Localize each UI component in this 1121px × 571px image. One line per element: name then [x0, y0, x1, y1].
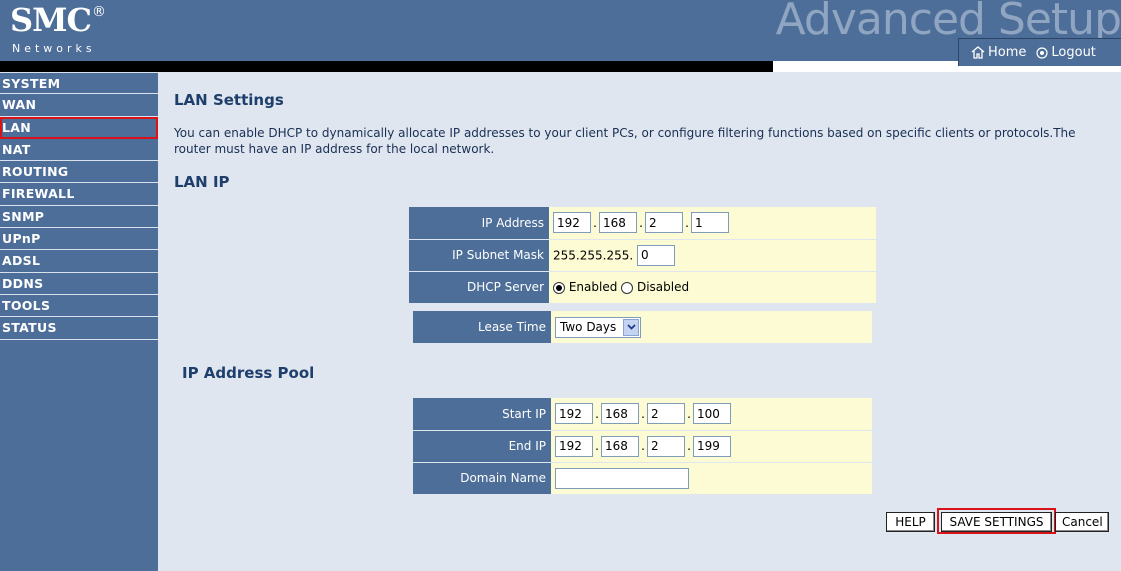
ip-pool-heading: IP Address Pool [182, 364, 315, 382]
dhcp-server-label: DHCP Server [409, 271, 549, 303]
logout-icon [1036, 46, 1048, 59]
dhcp-enabled-radio[interactable] [553, 281, 565, 294]
save-settings-button[interactable]: SAVE SETTINGS [941, 512, 1052, 532]
page-title: LAN Settings [174, 91, 284, 109]
logo-subtitle: Networks [12, 42, 96, 55]
end-ip-octet-2[interactable] [601, 435, 639, 457]
start-ip-octet-3[interactable] [647, 403, 685, 425]
ip-octet-2[interactable] [599, 212, 637, 234]
domain-name-row: Domain Name [413, 462, 872, 494]
start-ip-octet-1[interactable] [555, 403, 593, 425]
lease-time-select[interactable]: Two Days [555, 316, 641, 338]
top-nav: Home Logout [958, 38, 1121, 66]
sidebar-item-ddns[interactable]: DDNS [0, 273, 158, 295]
logo-text: SMC [10, 1, 92, 39]
sidebar-item-routing[interactable]: ROUTING [0, 161, 158, 184]
sidebar-item-lan[interactable]: LAN [0, 116, 158, 139]
lease-time-selected: Two Days [560, 320, 617, 334]
sidebar-item-snmp[interactable]: SNMP [0, 206, 158, 229]
ip-pool-table: Start IP ... End IP ... Domain Name [413, 398, 872, 494]
home-link[interactable]: Home [971, 45, 1026, 60]
sidebar-item-tools[interactable]: TOOLS [0, 295, 158, 318]
lease-time-label: Lease Time [413, 311, 551, 343]
end-ip-row: End IP ... [413, 430, 872, 463]
header: SMC® Networks Advanced Setup Home Logout [0, 0, 1121, 66]
chevron-down-icon [623, 318, 639, 336]
dhcp-server-row: DHCP Server Enabled Disabled [409, 271, 876, 303]
sidebar-item-system[interactable]: SYSTEM [0, 72, 158, 95]
page-description: You can enable DHCP to dynamically alloc… [174, 126, 1076, 156]
registered-mark: ® [92, 4, 106, 20]
start-ip-row: Start IP ... [413, 398, 872, 431]
dhcp-disabled-label: Disabled [636, 280, 690, 295]
logout-link[interactable]: Logout [1036, 45, 1096, 60]
lease-time-row: Lease Time Two Days [413, 311, 872, 343]
dhcp-enabled-label: Enabled [568, 280, 618, 295]
lease-time-value: Two Days [551, 311, 872, 343]
domain-name-input[interactable] [555, 467, 689, 489]
logout-label: Logout [1051, 45, 1096, 60]
home-icon [971, 46, 985, 59]
sidebar-item-firewall[interactable]: FIREWALL [0, 183, 158, 206]
subnet-mask-row: IP Subnet Mask 255.255.255. [409, 239, 876, 272]
end-ip-label: End IP [413, 430, 551, 463]
subnet-mask-value: 255.255.255. [549, 239, 876, 272]
domain-name-label: Domain Name [413, 462, 551, 494]
lan-ip-heading: LAN IP [174, 173, 230, 191]
lan-ip-table: IP Address ... IP Subnet Mask 255.255.25… [409, 207, 876, 303]
sidebar-item-adsl[interactable]: ADSL [0, 250, 158, 273]
ip-octet-4[interactable] [691, 212, 729, 234]
end-ip-octet-4[interactable] [693, 435, 731, 457]
end-ip-octet-1[interactable] [555, 435, 593, 457]
subnet-mask-prefix: 255.255.255. [553, 248, 634, 262]
home-label: Home [988, 45, 1027, 60]
ip-octet-3[interactable] [645, 212, 683, 234]
sidebar: SYSTEM WAN LAN NAT ROUTING FIREWALL SNMP… [0, 72, 158, 571]
start-ip-label: Start IP [413, 398, 551, 431]
subnet-mask-label: IP Subnet Mask [409, 239, 549, 272]
ip-octet-1[interactable] [553, 212, 591, 234]
domain-name-value [551, 462, 872, 494]
ip-address-label: IP Address [409, 207, 549, 240]
start-ip-value: ... [551, 398, 872, 431]
sidebar-item-status[interactable]: STATUS [0, 317, 158, 340]
cancel-button[interactable]: Cancel [1055, 512, 1109, 532]
help-button[interactable]: HELP [886, 512, 935, 532]
header-divider [0, 61, 773, 72]
end-ip-value: ... [551, 430, 872, 463]
lease-time-table: Lease Time Two Days [413, 311, 872, 343]
smc-logo: SMC® Networks [10, 1, 106, 55]
main-content: LAN Settings You can enable DHCP to dyna… [158, 72, 1121, 571]
sidebar-item-nat[interactable]: NAT [0, 139, 158, 162]
ip-address-value: ... [549, 207, 876, 240]
start-ip-octet-4[interactable] [693, 403, 731, 425]
ip-address-row: IP Address ... [409, 207, 876, 240]
subnet-mask-octet-4[interactable] [636, 244, 675, 266]
dhcp-disabled-radio[interactable] [621, 281, 634, 294]
dhcp-server-value: Enabled Disabled [549, 271, 876, 303]
end-ip-octet-3[interactable] [647, 435, 685, 457]
sidebar-item-wan[interactable]: WAN [0, 94, 158, 117]
sidebar-item-upnp[interactable]: UPnP [0, 228, 158, 251]
start-ip-octet-2[interactable] [601, 403, 639, 425]
